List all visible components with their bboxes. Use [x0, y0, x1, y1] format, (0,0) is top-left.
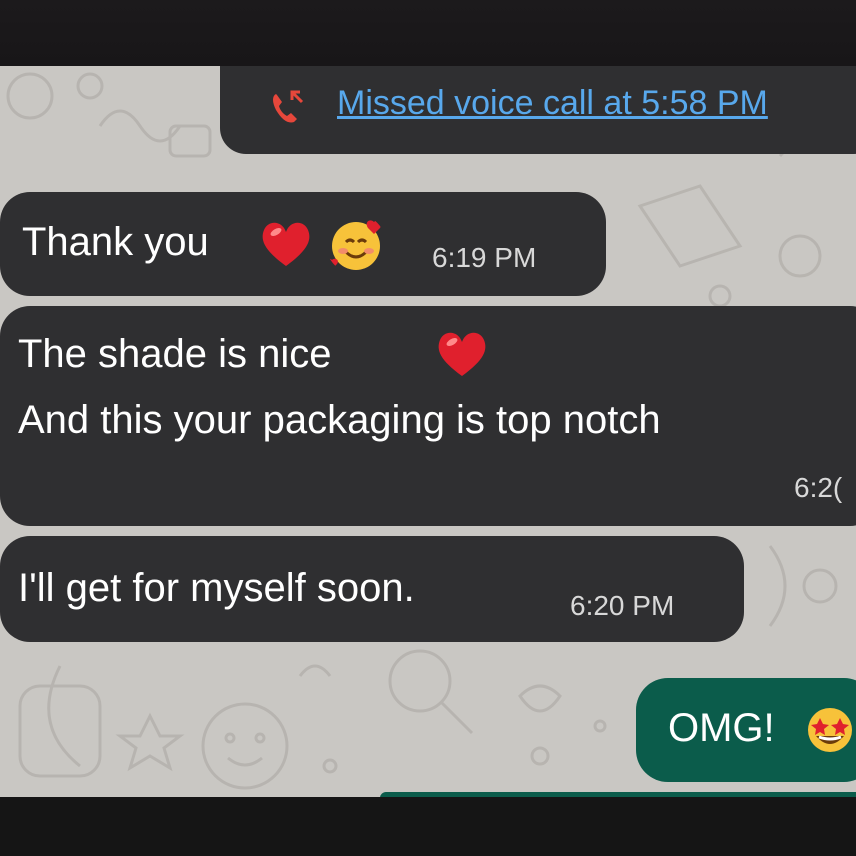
bottom-bar: [0, 797, 856, 856]
message-time: 6:2(: [794, 472, 843, 503]
phone-screen: Missed voice call at 5:58 PM Thank you 6…: [0, 0, 856, 856]
sent-message-text: OMG!: [668, 706, 775, 750]
message-text: I'll get for myself soon.: [18, 566, 415, 610]
star-struck-icon: [808, 708, 852, 752]
red-heart-icon: [262, 222, 310, 266]
chat-area[interactable]: Missed voice call at 5:58 PM Thank you 6…: [0, 66, 856, 797]
message-text-line-1: The shade is nice: [18, 332, 332, 376]
missed-call-link[interactable]: Missed voice call at 5:58 PM: [337, 84, 768, 123]
red-heart-icon: [438, 332, 486, 376]
message-bubble-get-soon[interactable]: I'll get for myself soon. 6:20 PM: [0, 536, 744, 642]
message-bubble-thank-you[interactable]: Thank you 6:19 PM: [0, 192, 606, 296]
message-time: 6:20 PM: [570, 590, 675, 621]
message-text: Thank you: [22, 220, 209, 264]
smiling-face-with-hearts-icon: [326, 220, 382, 270]
top-bar: [0, 0, 856, 66]
sent-message-bubble[interactable]: OMG!: [636, 678, 856, 782]
missed-call-icon: [273, 90, 304, 123]
message-time: 6:19 PM: [432, 242, 537, 273]
message-bubble-shade[interactable]: The shade is nice And this your packagin…: [0, 306, 856, 526]
message-text-line-2: And this your packaging is top notch: [18, 398, 661, 442]
